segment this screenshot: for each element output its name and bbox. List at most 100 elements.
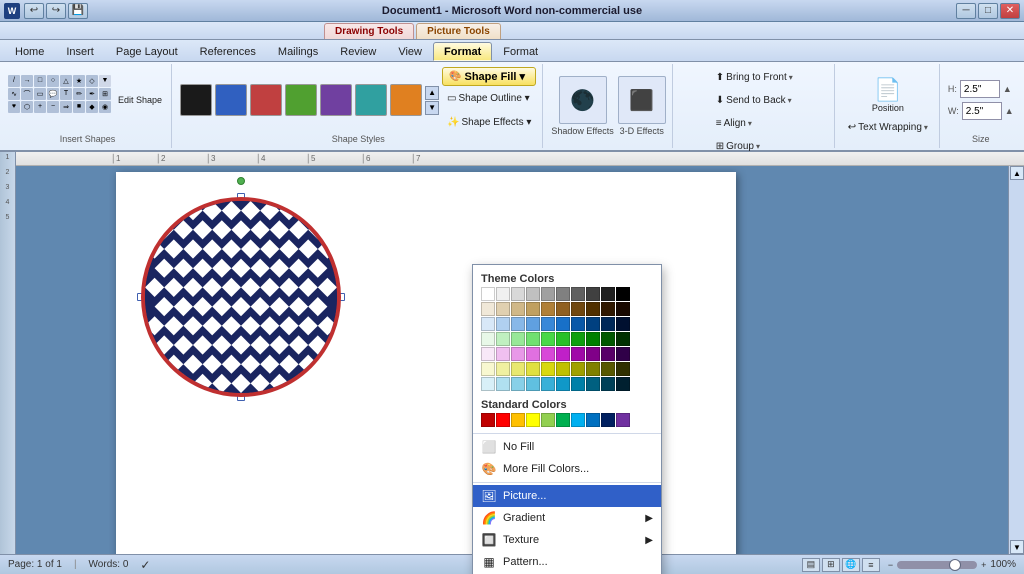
- style-swatch-green[interactable]: [285, 84, 317, 116]
- pattern-item[interactable]: ▦ Pattern...: [473, 551, 661, 573]
- theme-color-6-9[interactable]: [616, 377, 630, 391]
- theme-color-4-2[interactable]: [511, 347, 525, 361]
- shape-star[interactable]: ★: [73, 75, 85, 87]
- send-back-btn[interactable]: ⬇ Send to Back ▾: [711, 89, 798, 111]
- tab-page-layout[interactable]: Page Layout: [105, 42, 189, 61]
- quick-access-save[interactable]: 💾: [68, 3, 88, 19]
- shape-curve[interactable]: ∿: [8, 88, 20, 100]
- theme-color-5-2[interactable]: [511, 362, 525, 376]
- shape-plus[interactable]: +: [34, 101, 46, 113]
- standard-color-5[interactable]: [556, 413, 570, 427]
- tab-review[interactable]: Review: [329, 42, 387, 61]
- zoom-slider[interactable]: [897, 561, 977, 569]
- shape-heart[interactable]: ♥: [8, 101, 20, 113]
- theme-color-3-6[interactable]: [571, 332, 585, 346]
- theme-color-2-9[interactable]: [616, 317, 630, 331]
- shape-minus[interactable]: −: [47, 101, 59, 113]
- theme-color-4-4[interactable]: [541, 347, 555, 361]
- theme-color-2-1[interactable]: [496, 317, 510, 331]
- width-up[interactable]: ▲: [1005, 106, 1014, 116]
- width-input[interactable]: [962, 102, 1002, 120]
- shape-edit[interactable]: ✏: [73, 88, 85, 100]
- theme-color-5-6[interactable]: [571, 362, 585, 376]
- no-fill-item[interactable]: ⬜ No Fill: [473, 436, 661, 458]
- shadow-effects-btn[interactable]: 🌑: [559, 76, 607, 124]
- style-swatch-teal[interactable]: [355, 84, 387, 116]
- standard-color-8[interactable]: [601, 413, 615, 427]
- standard-color-6[interactable]: [571, 413, 585, 427]
- vscroll-down[interactable]: ▼: [1010, 540, 1024, 554]
- view-layout-btn[interactable]: ⊞: [822, 558, 840, 572]
- standard-color-9[interactable]: [616, 413, 630, 427]
- theme-color-4-6[interactable]: [571, 347, 585, 361]
- vscroll-up[interactable]: ▲: [1010, 166, 1024, 180]
- theme-color-1-1[interactable]: [496, 302, 510, 316]
- theme-color-6-1[interactable]: [496, 377, 510, 391]
- shape-square[interactable]: ■: [73, 101, 85, 113]
- theme-color-3-8[interactable]: [601, 332, 615, 346]
- view-web-btn[interactable]: 🌐: [842, 558, 860, 572]
- shape-callout[interactable]: 💬: [47, 88, 59, 100]
- texture-item[interactable]: 🔲 Texture ▶: [473, 529, 661, 551]
- theme-color-2-5[interactable]: [556, 317, 570, 331]
- tab-insert[interactable]: Insert: [55, 42, 105, 61]
- theme-color-6-0[interactable]: [481, 377, 495, 391]
- theme-color-0-8[interactable]: [601, 287, 615, 301]
- theme-color-2-6[interactable]: [571, 317, 585, 331]
- theme-color-4-7[interactable]: [586, 347, 600, 361]
- theme-color-1-3[interactable]: [526, 302, 540, 316]
- circle-shape[interactable]: [141, 197, 341, 397]
- theme-color-0-6[interactable]: [571, 287, 585, 301]
- theme-color-1-8[interactable]: [601, 302, 615, 316]
- theme-color-0-4[interactable]: [541, 287, 555, 301]
- theme-color-1-0[interactable]: [481, 302, 495, 316]
- height-input[interactable]: [960, 80, 1000, 98]
- close-button[interactable]: ✕: [1000, 3, 1020, 19]
- quick-access-undo[interactable]: ↩: [24, 3, 44, 19]
- shape-circle[interactable]: ○: [47, 75, 59, 87]
- standard-color-0[interactable]: [481, 413, 495, 427]
- theme-color-3-0[interactable]: [481, 332, 495, 346]
- position-btn[interactable]: 📄 Position: [843, 74, 933, 116]
- theme-color-6-4[interactable]: [541, 377, 555, 391]
- tab-references[interactable]: References: [189, 42, 267, 61]
- theme-color-3-9[interactable]: [616, 332, 630, 346]
- standard-color-3[interactable]: [526, 413, 540, 427]
- theme-color-1-5[interactable]: [556, 302, 570, 316]
- theme-color-1-9[interactable]: [616, 302, 630, 316]
- theme-color-4-9[interactable]: [616, 347, 630, 361]
- shape-outline-btn[interactable]: ▭ Shape Outline ▾: [442, 88, 536, 110]
- theme-color-6-3[interactable]: [526, 377, 540, 391]
- vertical-scrollbar[interactable]: ▲ ▼: [1008, 166, 1024, 554]
- theme-color-3-5[interactable]: [556, 332, 570, 346]
- theme-color-5-8[interactable]: [601, 362, 615, 376]
- theme-color-6-5[interactable]: [556, 377, 570, 391]
- shape-triangle[interactable]: △: [60, 75, 72, 87]
- theme-color-0-1[interactable]: [496, 287, 510, 301]
- theme-color-6-7[interactable]: [586, 377, 600, 391]
- standard-color-7[interactable]: [586, 413, 600, 427]
- shape-box[interactable]: ▭: [34, 88, 46, 100]
- theme-color-2-2[interactable]: [511, 317, 525, 331]
- theme-color-5-3[interactable]: [526, 362, 540, 376]
- standard-color-4[interactable]: [541, 413, 555, 427]
- maximize-button[interactable]: □: [978, 3, 998, 19]
- height-up[interactable]: ▲: [1003, 84, 1012, 94]
- theme-color-3-1[interactable]: [496, 332, 510, 346]
- theme-color-2-3[interactable]: [526, 317, 540, 331]
- shape-more[interactable]: ▼: [99, 75, 111, 87]
- theme-color-0-9[interactable]: [616, 287, 630, 301]
- theme-color-2-0[interactable]: [481, 317, 495, 331]
- zoom-in-btn[interactable]: +: [981, 560, 986, 570]
- style-swatch-black[interactable]: [180, 84, 212, 116]
- theme-color-4-0[interactable]: [481, 347, 495, 361]
- shape-fill-button[interactable]: 🎨 Shape Fill ▾: [442, 67, 536, 86]
- theme-color-6-6[interactable]: [571, 377, 585, 391]
- theme-color-0-0[interactable]: [481, 287, 495, 301]
- theme-color-4-8[interactable]: [601, 347, 615, 361]
- style-swatch-red[interactable]: [250, 84, 282, 116]
- style-swatch-purple[interactable]: [320, 84, 352, 116]
- shape-shape24[interactable]: ◉: [99, 101, 111, 113]
- shape-t[interactable]: T: [60, 88, 72, 100]
- minimize-button[interactable]: ─: [956, 3, 976, 19]
